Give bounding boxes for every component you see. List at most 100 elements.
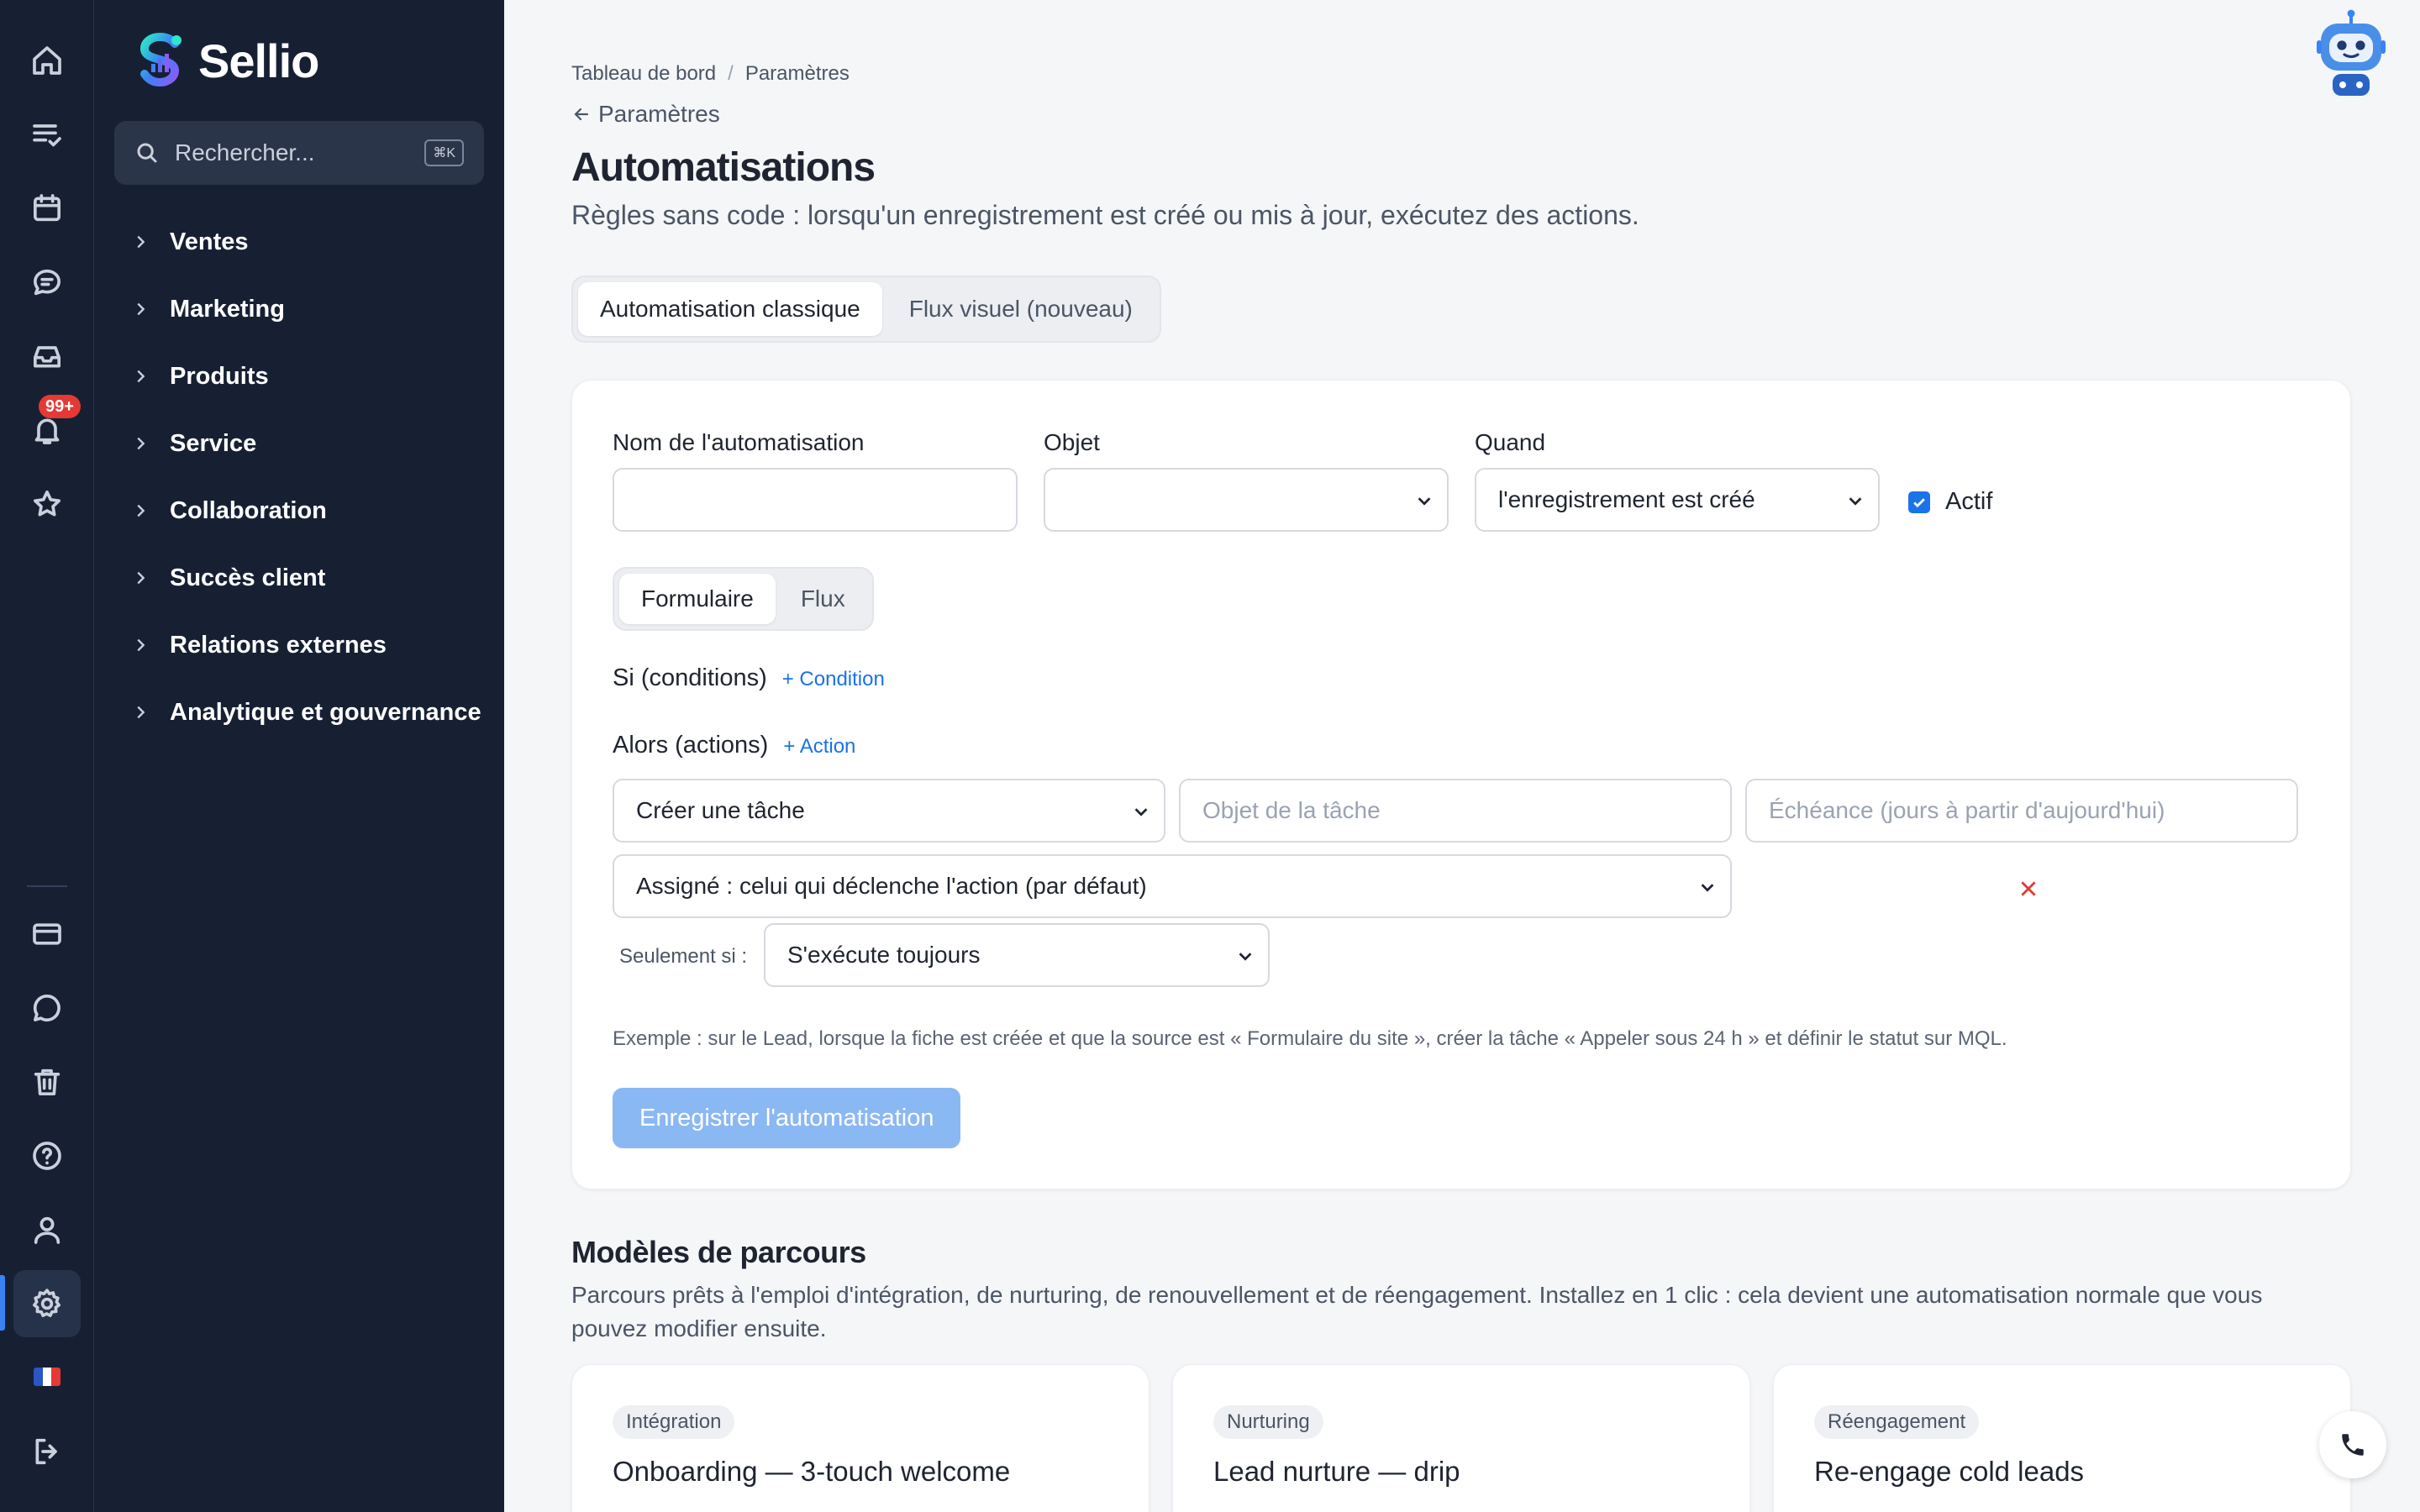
chevron-right-icon xyxy=(137,504,145,517)
template-name: Re-engage cold leads xyxy=(1814,1456,2085,1487)
chevron-right-icon xyxy=(137,370,145,383)
chevron-down-icon xyxy=(1239,953,1252,961)
page-title: Automatisations xyxy=(571,145,876,190)
template-tag: Intégration xyxy=(613,1405,735,1439)
chevron-right-icon xyxy=(137,235,145,249)
active-label: Actif xyxy=(1945,488,1993,515)
when-label: Quand xyxy=(1475,429,1546,455)
tab-flow[interactable]: Flux xyxy=(779,574,867,624)
breadcrumb-dashboard[interactable]: Tableau de bord xyxy=(571,62,716,86)
nav-item-collaboration[interactable]: Collaboration xyxy=(131,477,481,544)
active-indicator xyxy=(0,1275,5,1331)
assignee-value: Assigné : celui qui déclenche l'action (… xyxy=(636,873,1147,899)
tab-form[interactable]: Formulaire xyxy=(619,574,776,624)
conditions-section: Si (conditions) + Condition xyxy=(613,664,885,692)
due-days-placeholder: Échéance (jours à partir d'aujourd'hui) xyxy=(1769,797,2165,823)
page-subtitle: Règles sans code : lorsqu'un enregistrem… xyxy=(571,200,1639,230)
actions-title: Alors (actions) xyxy=(613,732,769,759)
add-action-link[interactable]: + Action xyxy=(783,735,855,759)
help-icon[interactable] xyxy=(13,1122,81,1189)
checkbox-checked-icon[interactable] xyxy=(1908,491,1930,513)
due-days-input[interactable]: Échéance (jours à partir d'aujourd'hui) xyxy=(1745,779,2298,843)
chevron-right-icon xyxy=(137,571,145,585)
icon-rail: 99+ xyxy=(0,0,94,1512)
chevron-right-icon xyxy=(137,437,145,450)
trash-icon[interactable] xyxy=(13,1048,81,1116)
inbox-icon[interactable] xyxy=(13,323,81,390)
back-link[interactable]: Paramètres xyxy=(571,101,720,128)
template-tag: Réengagement xyxy=(1814,1405,1980,1439)
phone-call-button[interactable] xyxy=(2319,1411,2386,1478)
nav-item-label: Service xyxy=(170,429,257,457)
tasks-icon[interactable] xyxy=(13,101,81,168)
editor-mode-tabs: Formulaire Flux xyxy=(613,567,874,631)
nav-item-produits[interactable]: Produits xyxy=(131,343,481,410)
app-name: Sellio xyxy=(198,34,319,87)
nav-item-analytique[interactable]: Analytique et gouvernance xyxy=(131,679,481,746)
automation-name-input[interactable] xyxy=(613,468,1018,532)
actions-section: Alors (actions) + Action xyxy=(613,732,855,759)
settings-icon[interactable] xyxy=(13,1270,81,1337)
nav-item-relations-externes[interactable]: Relations externes xyxy=(131,612,481,679)
breadcrumb-separator: / xyxy=(728,62,734,85)
nav-sidebar: Sellio Rechercher... ⌘K Ventes Marketing… xyxy=(94,0,504,1512)
home-icon[interactable] xyxy=(13,27,81,94)
save-automation-button[interactable]: Enregistrer l'automatisation xyxy=(613,1088,961,1148)
logout-icon[interactable] xyxy=(13,1418,81,1485)
message-icon[interactable] xyxy=(13,974,81,1042)
name-label: Nom de l'automatisation xyxy=(613,429,865,455)
template-name: Lead nurture — drip xyxy=(1213,1456,1460,1487)
task-subject-placeholder: Objet de la tâche xyxy=(1202,797,1381,823)
star-icon[interactable] xyxy=(13,470,81,538)
shortcut-hint: ⌘K xyxy=(424,139,464,166)
add-condition-link[interactable]: + Condition xyxy=(782,668,885,691)
tab-visual-flow[interactable]: Flux visuel (nouveau) xyxy=(887,282,1155,336)
nav-item-label: Marketing xyxy=(170,295,285,323)
chat-icon[interactable] xyxy=(13,249,81,316)
active-checkbox[interactable]: Actif xyxy=(1908,488,1992,516)
automation-form-card: Nom de l'automatisation Objet Quand l'en… xyxy=(571,380,2351,1189)
action-type-value: Créer une tâche xyxy=(636,797,805,823)
language-flag-icon[interactable] xyxy=(34,1368,60,1386)
nav-item-ventes[interactable]: Ventes xyxy=(131,208,481,276)
only-if-select[interactable]: S'exécute toujours xyxy=(764,923,1270,987)
object-label: Objet xyxy=(1044,429,1100,455)
search-input[interactable]: Rechercher... xyxy=(175,139,424,166)
template-card[interactable]: Nurturing Lead nurture — drip xyxy=(1172,1364,1750,1512)
arrow-left-icon xyxy=(574,108,589,121)
nav-item-succes-client[interactable]: Succès client xyxy=(131,544,481,612)
example-text: Exemple : sur le Lead, lorsque la fiche … xyxy=(613,1027,2007,1050)
tab-classic-automation[interactable]: Automatisation classique xyxy=(578,282,882,336)
app-logo[interactable]: Sellio xyxy=(131,30,319,91)
nav-item-label: Produits xyxy=(170,362,269,390)
notification-badge: 99+ xyxy=(39,395,81,418)
nav-item-label: Ventes xyxy=(170,228,249,255)
user-icon[interactable] xyxy=(13,1196,81,1263)
task-subject-input[interactable]: Objet de la tâche xyxy=(1179,779,1732,843)
chevron-down-icon xyxy=(1134,808,1148,816)
search-box[interactable]: Rechercher... ⌘K xyxy=(114,121,484,185)
remove-action-icon[interactable] xyxy=(2018,878,2039,900)
templates-description: Parcours prêts à l'emploi d'intégration,… xyxy=(571,1282,2263,1341)
template-card[interactable]: Intégration Onboarding — 3-touch welcome xyxy=(571,1364,1150,1512)
assignee-select[interactable]: Assigné : celui qui déclenche l'action (… xyxy=(613,854,1732,918)
templates-title: Modèles de parcours xyxy=(571,1235,866,1269)
nav-item-marketing[interactable]: Marketing xyxy=(131,276,481,343)
breadcrumb-settings[interactable]: Paramètres xyxy=(745,62,850,86)
action-type-select[interactable]: Créer une tâche xyxy=(613,779,1165,843)
template-name: Onboarding — 3-touch welcome xyxy=(613,1456,1011,1487)
when-select-value: l'enregistrement est créé xyxy=(1498,486,1755,512)
nav-item-service[interactable]: Service xyxy=(131,410,481,477)
phone-icon xyxy=(2342,1434,2364,1456)
billing-icon[interactable] xyxy=(13,900,81,968)
main-content: Tableau de bord / Paramètres Paramètres … xyxy=(504,0,2420,1512)
template-card[interactable]: Réengagement Re-engage cold leads xyxy=(1773,1364,2351,1512)
assistant-bot-icon[interactable] xyxy=(2316,8,2386,101)
object-select[interactable] xyxy=(1044,468,1449,532)
template-tag: Nurturing xyxy=(1213,1405,1323,1439)
calendar-icon[interactable] xyxy=(13,175,81,242)
nav-item-label: Relations externes xyxy=(170,631,387,659)
when-select[interactable]: l'enregistrement est créé xyxy=(1475,468,1880,532)
automation-type-tabs: Automatisation classique Flux visuel (no… xyxy=(571,276,1161,343)
logo-mark-icon xyxy=(139,32,182,87)
